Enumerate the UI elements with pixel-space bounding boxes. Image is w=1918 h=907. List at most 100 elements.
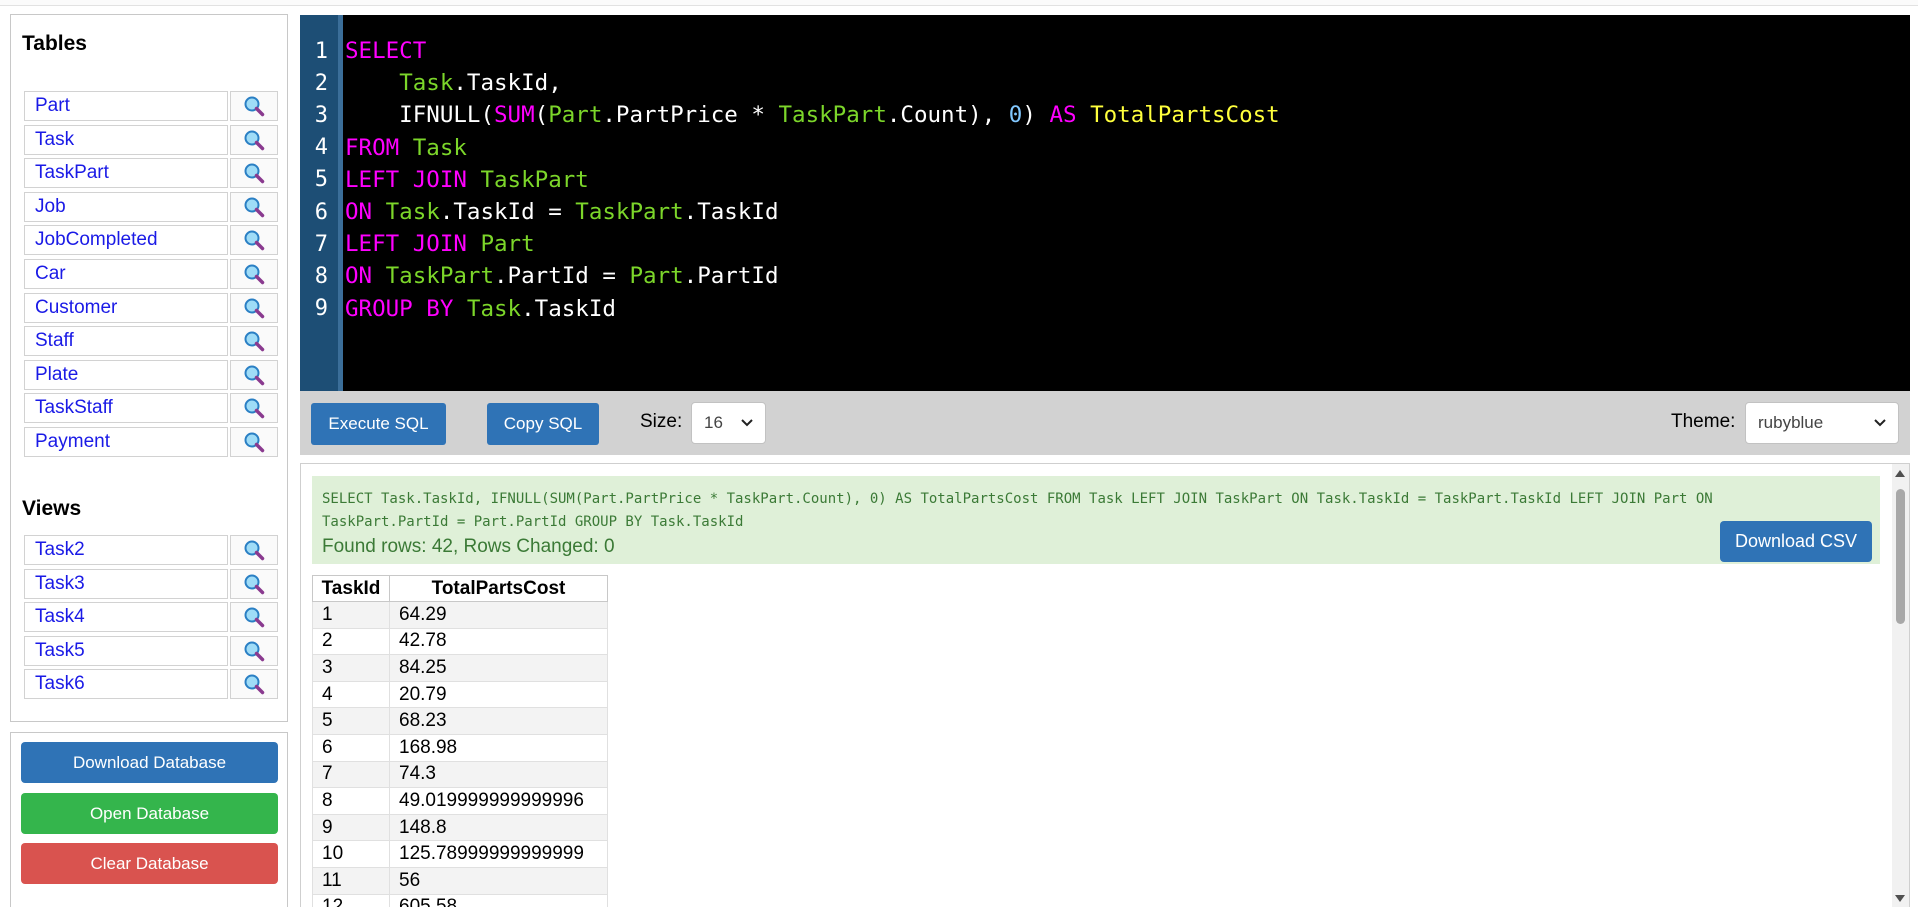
table-link[interactable]: Part (24, 91, 228, 121)
code-token: FROM (345, 134, 400, 161)
table-link[interactable]: TaskStaff (24, 393, 228, 424)
views-list: Task2 Task3 Task4 Task5 Task6 (24, 535, 278, 703)
view-row: Task6 (24, 669, 278, 703)
cell-totalpartscost: 20.79 (389, 680, 608, 709)
table-row: Job (24, 191, 278, 226)
table-inspect-button[interactable] (230, 258, 278, 289)
scrollbar-thumb[interactable] (1896, 489, 1905, 624)
sql-editor[interactable]: 1 SELECT 2 Task .TaskId, 3 IFNULL(SUM(Part .P… (300, 15, 1910, 391)
table-link[interactable]: Staff (24, 326, 228, 357)
table-inspect-button[interactable] (230, 191, 278, 222)
table-link[interactable]: Payment (24, 426, 228, 457)
magnifier-icon (244, 230, 265, 251)
line-number: 3 (314, 102, 328, 128)
view-link[interactable]: Task5 (24, 635, 228, 666)
download-database-button[interactable]: Download Database (21, 742, 278, 783)
table-link[interactable]: JobCompleted (24, 225, 228, 256)
code-token: .Count), (886, 102, 1009, 129)
code-line: 2 Task .TaskId, (300, 67, 562, 99)
magnifier-icon (244, 674, 265, 695)
table-row: 4 20.79 (312, 680, 608, 709)
view-inspect-button[interactable] (230, 669, 278, 700)
cell-totalpartscost: 49.019999999999996 (389, 787, 608, 815)
column-header-totalpartscost: TotalPartsCost (389, 575, 608, 602)
result-message: SELECT Task.TaskId, IFNULL(SUM(Part.Part… (312, 476, 1880, 564)
table-link[interactable]: Customer (24, 292, 228, 323)
table-row: 3 84.25 (312, 654, 608, 682)
clear-database-button[interactable]: Clear Database (21, 843, 278, 884)
table-inspect-button[interactable] (230, 292, 278, 323)
table-link[interactable]: TaskPart (24, 158, 228, 189)
line-number: 1 (314, 38, 328, 64)
code-token: TaskPart (385, 263, 495, 290)
cell-totalpartscost: 148.8 (389, 813, 608, 842)
code-token: ( (534, 102, 549, 129)
cell-taskid: 1 (312, 601, 390, 629)
magnifier-icon (244, 197, 265, 218)
copy-sql-button[interactable]: Copy SQL (487, 403, 599, 445)
theme-value: rubyblue (1758, 413, 1824, 432)
database-actions-panel: Download Database Open Database Clear Da… (10, 732, 288, 907)
results-table: TaskId TotalPartsCost 1 64.29 2 42.78 3 84.25… (312, 575, 608, 907)
view-inspect-button[interactable] (230, 602, 278, 633)
execute-sql-button[interactable]: Execute SQL (311, 403, 446, 445)
theme-select[interactable]: rubyblue (1745, 402, 1899, 444)
code-token: TaskPart (575, 199, 684, 225)
view-link[interactable]: Task6 (24, 669, 228, 700)
cell-taskid: 8 (312, 787, 390, 815)
scroll-up-arrow-icon[interactable] (1895, 470, 1905, 477)
download-csv-button[interactable]: Download CSV (1720, 521, 1872, 562)
table-inspect-button[interactable] (230, 359, 278, 390)
code-token: .TaskId (683, 199, 779, 225)
table-inspect-button[interactable] (230, 326, 278, 357)
cell-taskid: 12 (312, 893, 390, 907)
object-browser-panel: Tables Part Task TaskPart Job JobCompleted Ca… (10, 14, 288, 722)
table-link[interactable]: Job (24, 191, 228, 222)
code-token: SELECT (345, 38, 427, 64)
view-inspect-button[interactable] (230, 635, 278, 666)
cell-taskid: 3 (312, 654, 390, 682)
view-row: Task4 (24, 602, 278, 636)
table-link[interactable]: Car (24, 258, 228, 289)
browser-top-edge (0, 0, 1918, 6)
code-line: 5 LEFT JOIN TaskPart (300, 164, 589, 196)
magnifier-icon (244, 398, 265, 419)
table-inspect-button[interactable] (230, 393, 278, 424)
view-inspect-button[interactable] (230, 535, 278, 565)
table-inspect-button[interactable] (230, 124, 278, 155)
table-inspect-button[interactable] (230, 158, 278, 189)
code-line: 9 GROUP BY Task .TaskId (300, 293, 616, 325)
table-row: 5 68.23 (312, 707, 608, 735)
view-link[interactable]: Task4 (24, 602, 228, 633)
magnifier-icon (244, 641, 265, 662)
table-inspect-button[interactable] (230, 426, 278, 457)
table-inspect-button[interactable] (230, 225, 278, 256)
scroll-down-arrow-icon[interactable] (1895, 895, 1905, 902)
table-link[interactable]: Plate (24, 359, 228, 390)
view-link[interactable]: Task2 (24, 535, 228, 565)
chevron-down-icon (741, 419, 753, 427)
table-row: 7 74.3 (312, 760, 608, 789)
chevron-down-icon (1874, 419, 1886, 427)
code-line: 6 ON Task .TaskId = TaskPart .TaskId (300, 196, 779, 228)
table-inspect-button[interactable] (230, 91, 278, 121)
magnifier-icon (244, 163, 265, 184)
cell-taskid: 11 (312, 866, 390, 895)
line-number: 8 (314, 263, 328, 289)
open-database-button[interactable]: Open Database (21, 793, 278, 834)
view-link[interactable]: Task3 (24, 568, 228, 599)
code-token: ) (1022, 102, 1050, 129)
table-row: Task (24, 124, 278, 159)
font-size-select[interactable]: 16 (691, 402, 766, 444)
cell-taskid: 5 (312, 707, 390, 735)
table-link[interactable]: Task (24, 124, 228, 155)
results-scrollbar[interactable] (1892, 464, 1909, 907)
result-status: Found rows: 42, Rows Changed: 0 (322, 536, 615, 557)
code-token: TaskPart (778, 102, 887, 129)
view-inspect-button[interactable] (230, 568, 278, 599)
cell-totalpartscost: 84.25 (389, 654, 608, 682)
line-number: 4 (314, 135, 328, 161)
